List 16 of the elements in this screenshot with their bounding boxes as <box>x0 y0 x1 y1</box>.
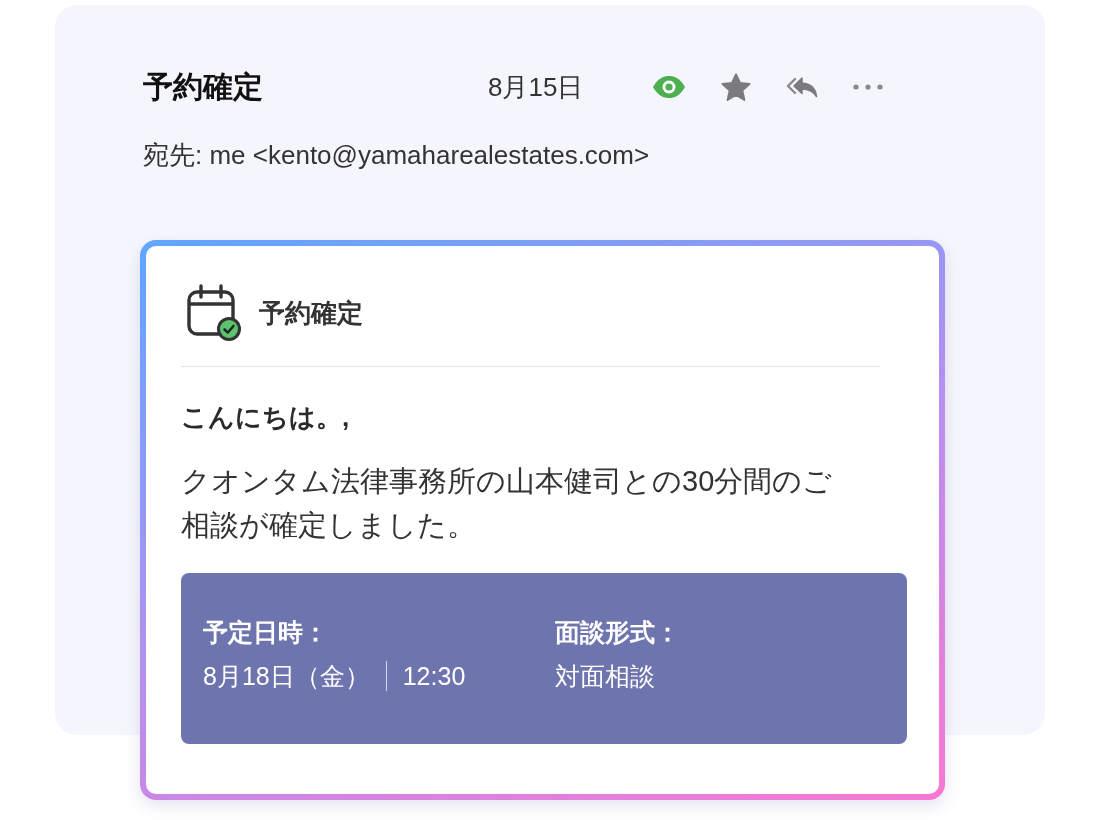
recipient-line: 宛先: me <kento@yamaharealestates.com> <box>143 139 650 172</box>
card-title: 予約確定 <box>259 297 363 330</box>
star-icon[interactable] <box>721 72 752 102</box>
email-date: 8月15日 <box>488 71 584 104</box>
reply-all-icon[interactable] <box>786 75 819 99</box>
detail-value: 対面相談 <box>555 661 655 692</box>
calendar-check-icon <box>186 284 242 342</box>
more-icon[interactable] <box>853 84 884 90</box>
detail-label: 面談形式： <box>555 617 680 648</box>
detail-value: 12:30 <box>402 661 466 692</box>
message-text: クオンタム法律事務所の山本健司との30分間のご相談が確定しました。 <box>181 464 834 543</box>
detail-value: 8月18日（金） <box>203 661 370 692</box>
detail-label: 予定日時： <box>203 617 328 648</box>
eye-icon[interactable] <box>652 76 687 98</box>
greeting-text: こんにちは。, <box>181 401 350 434</box>
email-subject: 予約確定 <box>143 69 264 105</box>
